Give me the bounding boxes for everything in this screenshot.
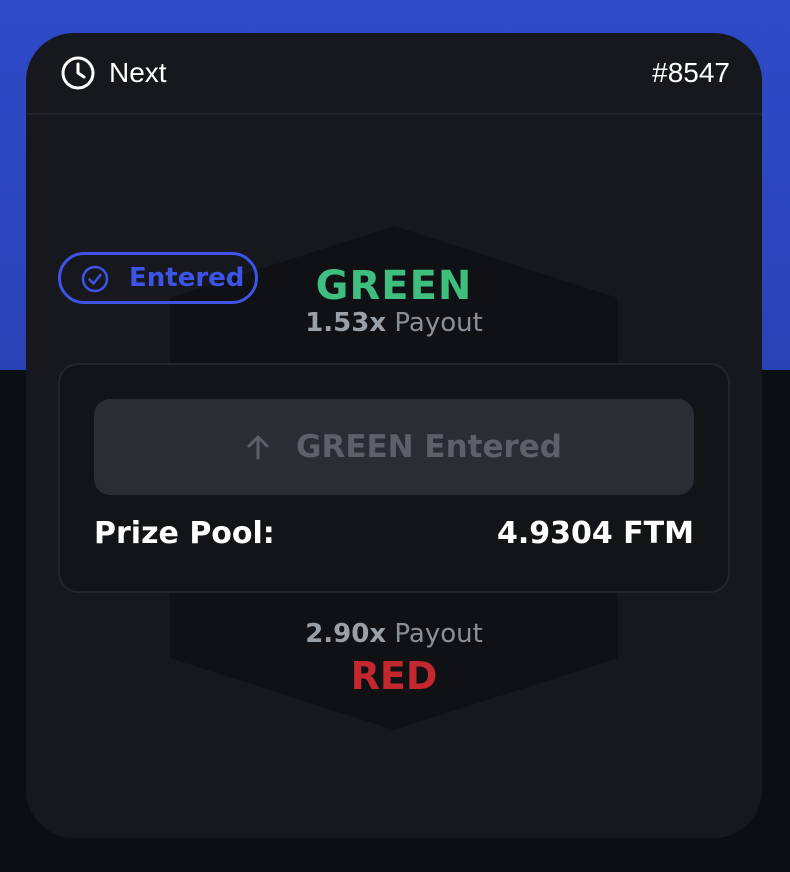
up-payout-word: Payout (394, 308, 483, 338)
down-payout-word: Payout (394, 619, 483, 649)
prize-pool-value: 4.9304 FTM (496, 516, 694, 551)
entered-button[interactable]: GREEN Entered (94, 399, 694, 495)
arrow-up-icon (247, 435, 269, 460)
card-header: Next #8547 (26, 33, 762, 115)
down-option-label: RED (350, 654, 438, 698)
prize-pool-label: Prize Pool: (94, 516, 275, 551)
bet-panel: GREEN Entered Prize Pool: 4.9304 FTM (58, 363, 730, 593)
up-payout-multiplier: 1.53x (305, 308, 387, 338)
round-card: Next #8547 Entered GREEN 1.53x Payout GR… (26, 33, 762, 838)
entered-button-label: GREEN Entered (296, 429, 562, 465)
down-payout-multiplier: 2.90x (305, 619, 387, 649)
up-payout: 1.53x Payout (26, 307, 762, 339)
down-payout: 2.90x Payout (26, 618, 762, 650)
next-label: Next (109, 57, 167, 88)
clock-icon (61, 56, 95, 90)
round-id: #8547 (652, 57, 730, 88)
up-option-label: GREEN (315, 263, 473, 309)
